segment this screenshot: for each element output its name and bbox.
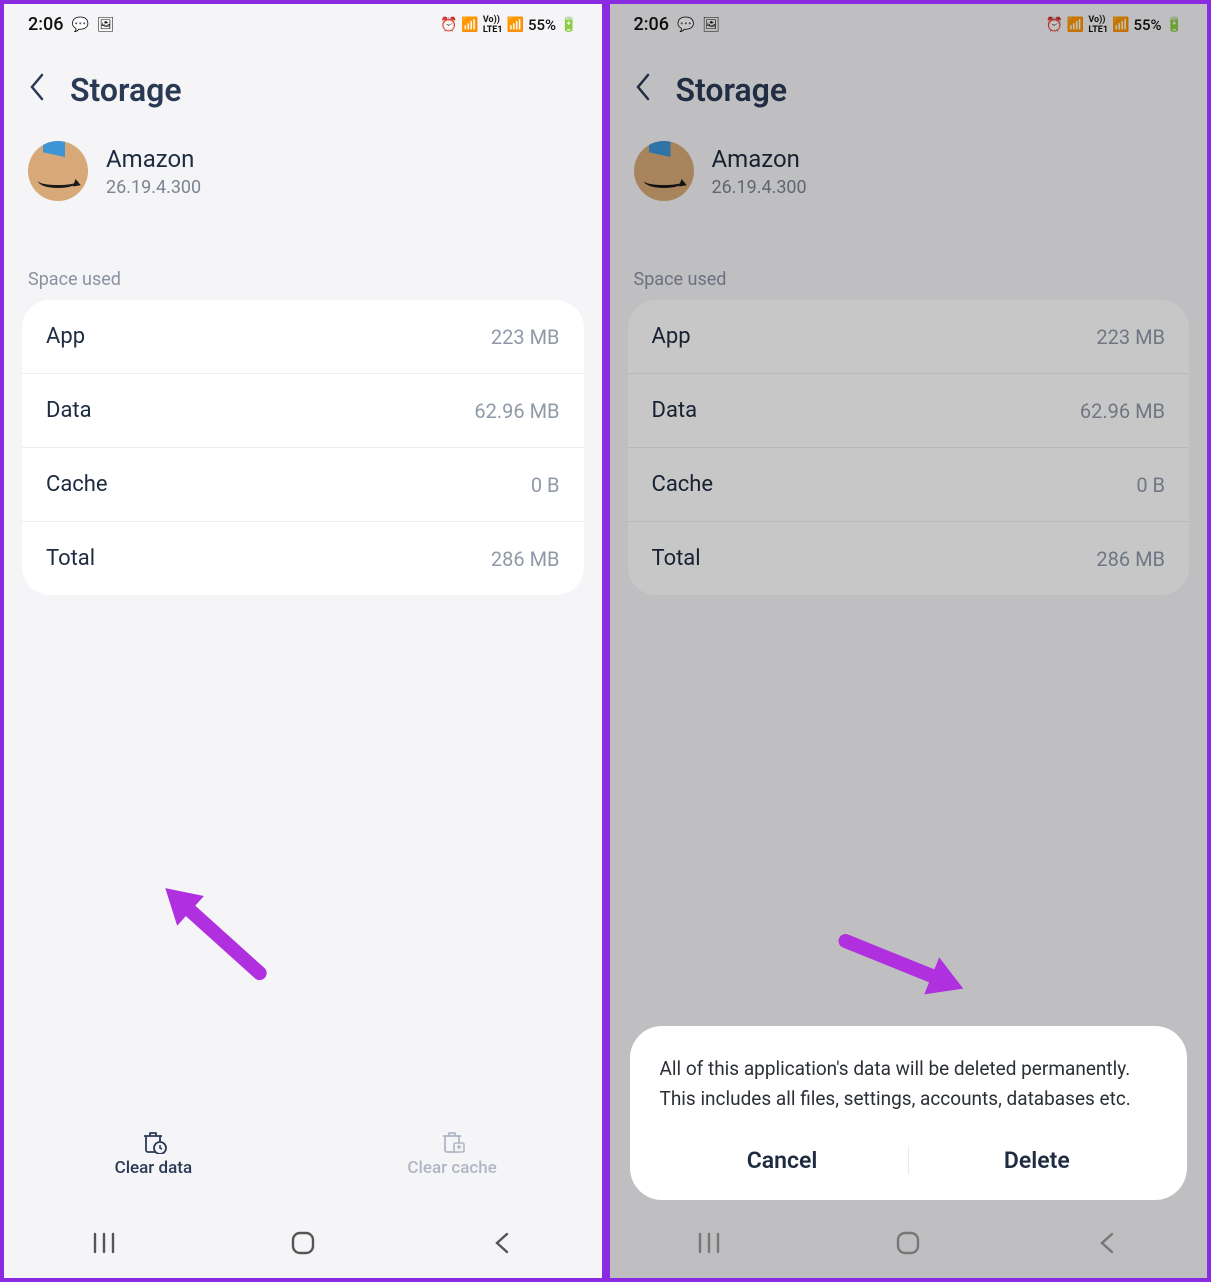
nav-back[interactable] <box>1093 1230 1121 1256</box>
annotation-arrow <box>178 899 269 983</box>
confirm-dialog: All of this application's data will be d… <box>630 1026 1188 1200</box>
dialog-actions: Cancel Delete <box>654 1139 1164 1182</box>
volte-icon: Vo))LTE1 <box>483 15 503 35</box>
chat-icon: 💬 <box>71 17 88 33</box>
status-time: 2:06 <box>28 14 63 35</box>
wifi-icon: 📶 <box>461 17 478 33</box>
battery-percent: 55% <box>528 16 556 34</box>
row-data: Data 62.96 MB <box>22 374 584 448</box>
clear-cache-icon <box>436 1126 468 1154</box>
clear-data-label: Clear data <box>115 1158 193 1178</box>
cancel-button[interactable]: Cancel <box>719 1139 846 1182</box>
nav-recents[interactable] <box>695 1232 723 1254</box>
page-header: Storage <box>4 41 602 129</box>
page-title: Storage <box>70 71 182 109</box>
screenshot-right: 2:06 💬 🖼 ⏰ 📶 Vo))LTE1 📶 55% 🔋 Storage Am… <box>606 0 1211 1282</box>
app-icon <box>28 141 88 201</box>
clear-cache-button: Clear cache <box>303 1116 602 1188</box>
clear-data-button[interactable]: Clear data <box>4 1116 303 1188</box>
system-nav-bar <box>4 1208 602 1278</box>
nav-recents[interactable] <box>90 1232 118 1254</box>
alarm-icon: ⏰ <box>440 17 457 33</box>
back-button[interactable] <box>28 72 46 109</box>
status-bar: 2:06 💬 🖼 ⏰ 📶 Vo))LTE1 📶 55% 🔋 <box>4 4 602 41</box>
nav-back[interactable] <box>488 1230 516 1256</box>
dialog-message: All of this application's data will be d… <box>654 1054 1164 1113</box>
row-cache: Cache 0 B <box>22 448 584 522</box>
app-version: 26.19.4.300 <box>106 177 201 198</box>
row-app: App 223 MB <box>22 300 584 374</box>
delete-button[interactable]: Delete <box>976 1139 1098 1182</box>
section-space-used: Space used <box>4 229 602 300</box>
system-nav-bar <box>610 1208 1208 1278</box>
battery-icon: 🔋 <box>560 17 577 33</box>
clear-data-icon <box>137 1126 169 1154</box>
nav-home[interactable] <box>894 1230 922 1256</box>
app-header: Amazon 26.19.4.300 <box>4 129 602 229</box>
space-used-card: App 223 MB Data 62.96 MB Cache 0 B Total… <box>22 300 584 595</box>
signal-icon: 📶 <box>507 17 524 33</box>
bottom-actions: Clear data Clear cache <box>4 1116 602 1188</box>
image-icon: 🖼 <box>97 17 115 33</box>
clear-cache-label: Clear cache <box>407 1158 496 1178</box>
nav-home[interactable] <box>289 1230 317 1256</box>
app-name: Amazon <box>106 145 201 173</box>
row-total: Total 286 MB <box>22 522 584 595</box>
screenshot-left: 2:06 💬 🖼 ⏰ 📶 Vo))LTE1 📶 55% 🔋 Storage Am… <box>0 0 606 1282</box>
